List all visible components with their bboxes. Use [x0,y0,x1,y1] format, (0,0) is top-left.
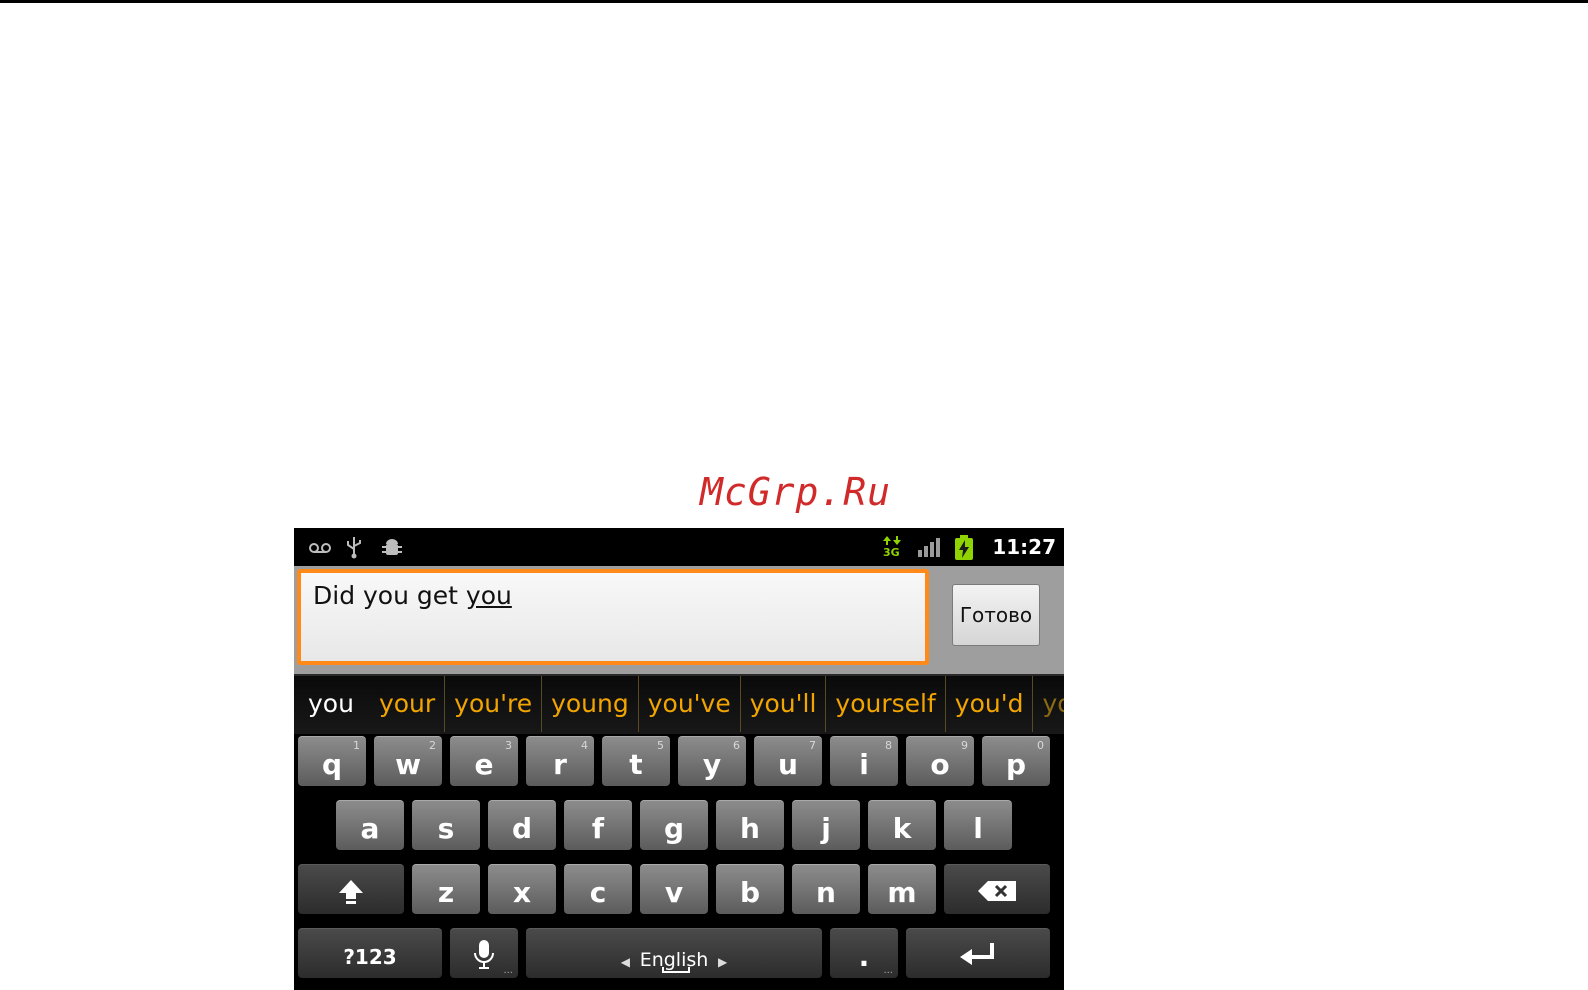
network-type-label: 3G [883,546,900,559]
key-r[interactable]: r4 [526,736,594,786]
space-bar-icon [662,967,690,973]
suggestion-item[interactable]: your [1033,676,1064,732]
suggestion-item[interactable]: young [542,676,639,732]
key-u[interactable]: u7 [754,736,822,786]
key-hint: 6 [733,739,740,752]
suggestion-item[interactable]: you'd [946,676,1034,732]
key-label: y [702,748,722,781]
key-q[interactable]: q1 [298,736,366,786]
enter-key[interactable] [906,928,1050,978]
data-3g-icon: 3G [882,535,904,559]
message-text-field[interactable]: Did you get you [297,569,929,665]
key-hint: 2 [429,739,436,752]
shift-key[interactable] [298,864,404,914]
battery-charging-icon [954,535,974,560]
key-c[interactable]: c [564,864,632,914]
message-text: Did you get you [313,581,512,610]
key-p[interactable]: p0 [982,736,1050,786]
key-label: r [553,748,567,781]
key-hint: 3 [505,739,512,752]
android-debug-icon [380,535,404,559]
key-t[interactable]: t5 [602,736,670,786]
suggestion-strip: you your you're young you've you'll yourself yo… [294,674,1064,734]
status-bar: 3G 11:27 [294,528,1064,566]
key-hint: 5 [657,739,664,752]
voicemail-icon [308,535,332,559]
input-row: Did you get you Готово [294,566,1064,674]
key-hint: 1 [353,739,360,752]
status-clock: 11:27 [992,535,1056,559]
space-key[interactable]: ◀ English ▶ [526,928,822,978]
more-options-dots: ... [883,965,893,976]
shift-icon [339,880,363,904]
key-f[interactable]: f [564,800,632,850]
key-hint: 8 [885,739,892,752]
key-o[interactable]: o9 [906,736,974,786]
done-button[interactable]: Готово [952,584,1040,646]
key-s[interactable]: s [412,800,480,850]
key-label: w [395,748,421,781]
key-hint: 7 [809,739,816,752]
key-label: i [859,748,869,781]
more-options-dots: ... [503,965,513,976]
key-b[interactable]: b [716,864,784,914]
key-label: o [930,748,950,781]
suggestion-item[interactable]: yourself [826,676,946,732]
committed-text: Did you get [313,581,466,610]
suggestion-item[interactable]: you've [639,676,741,732]
key-a[interactable]: a [336,800,404,850]
key-label: p [1005,748,1027,781]
key-m[interactable]: m [868,864,936,914]
soft-keyboard: q1 w2 e3 r4 t5 y6 u7 i8 o9 p0 a s d f g … [294,734,1064,990]
key-h[interactable]: h [716,800,784,850]
key-y[interactable]: y6 [678,736,746,786]
key-w[interactable]: w2 [374,736,442,786]
key-l[interactable]: l [944,800,1012,850]
backspace-key[interactable] [944,864,1050,914]
key-n[interactable]: n [792,864,860,914]
suggestion-item[interactable]: you [294,676,370,732]
symbols-key[interactable]: ?123 [298,928,442,978]
key-hint: 0 [1037,739,1044,752]
signal-icon [916,535,942,559]
enter-icon [960,943,994,965]
key-d[interactable]: d [488,800,556,850]
period-key[interactable]: . ... [830,928,898,978]
key-j[interactable]: j [792,800,860,850]
phone-screen: 3G 11:27 Did you get you Готово you your y… [294,528,1064,990]
voice-input-key[interactable]: ... [450,928,518,978]
key-k[interactable]: k [868,800,936,850]
watermark: McGrp.Ru [700,470,892,514]
key-z[interactable]: z [412,864,480,914]
key-v[interactable]: v [640,864,708,914]
key-x[interactable]: x [488,864,556,914]
usb-icon [344,535,364,559]
language-left-arrow-icon: ◀ [620,955,630,969]
language-right-arrow-icon: ▶ [718,955,728,969]
key-label: e [474,748,494,781]
period-label: . [858,940,870,973]
suggestion-item[interactable]: you're [445,676,543,732]
key-label: u [778,748,798,781]
suggestion-item[interactable]: you'll [741,676,827,732]
microphone-icon [474,940,494,969]
key-e[interactable]: e3 [450,736,518,786]
key-hint: 4 [581,739,588,752]
key-label: q [321,748,343,781]
key-i[interactable]: i8 [830,736,898,786]
key-g[interactable]: g [640,800,708,850]
composing-word: you [465,581,512,610]
key-label: t [629,748,643,781]
suggestion-item[interactable]: your [370,676,446,732]
key-hint: 9 [961,739,968,752]
top-rule [0,0,1588,3]
backspace-icon [978,881,1016,901]
